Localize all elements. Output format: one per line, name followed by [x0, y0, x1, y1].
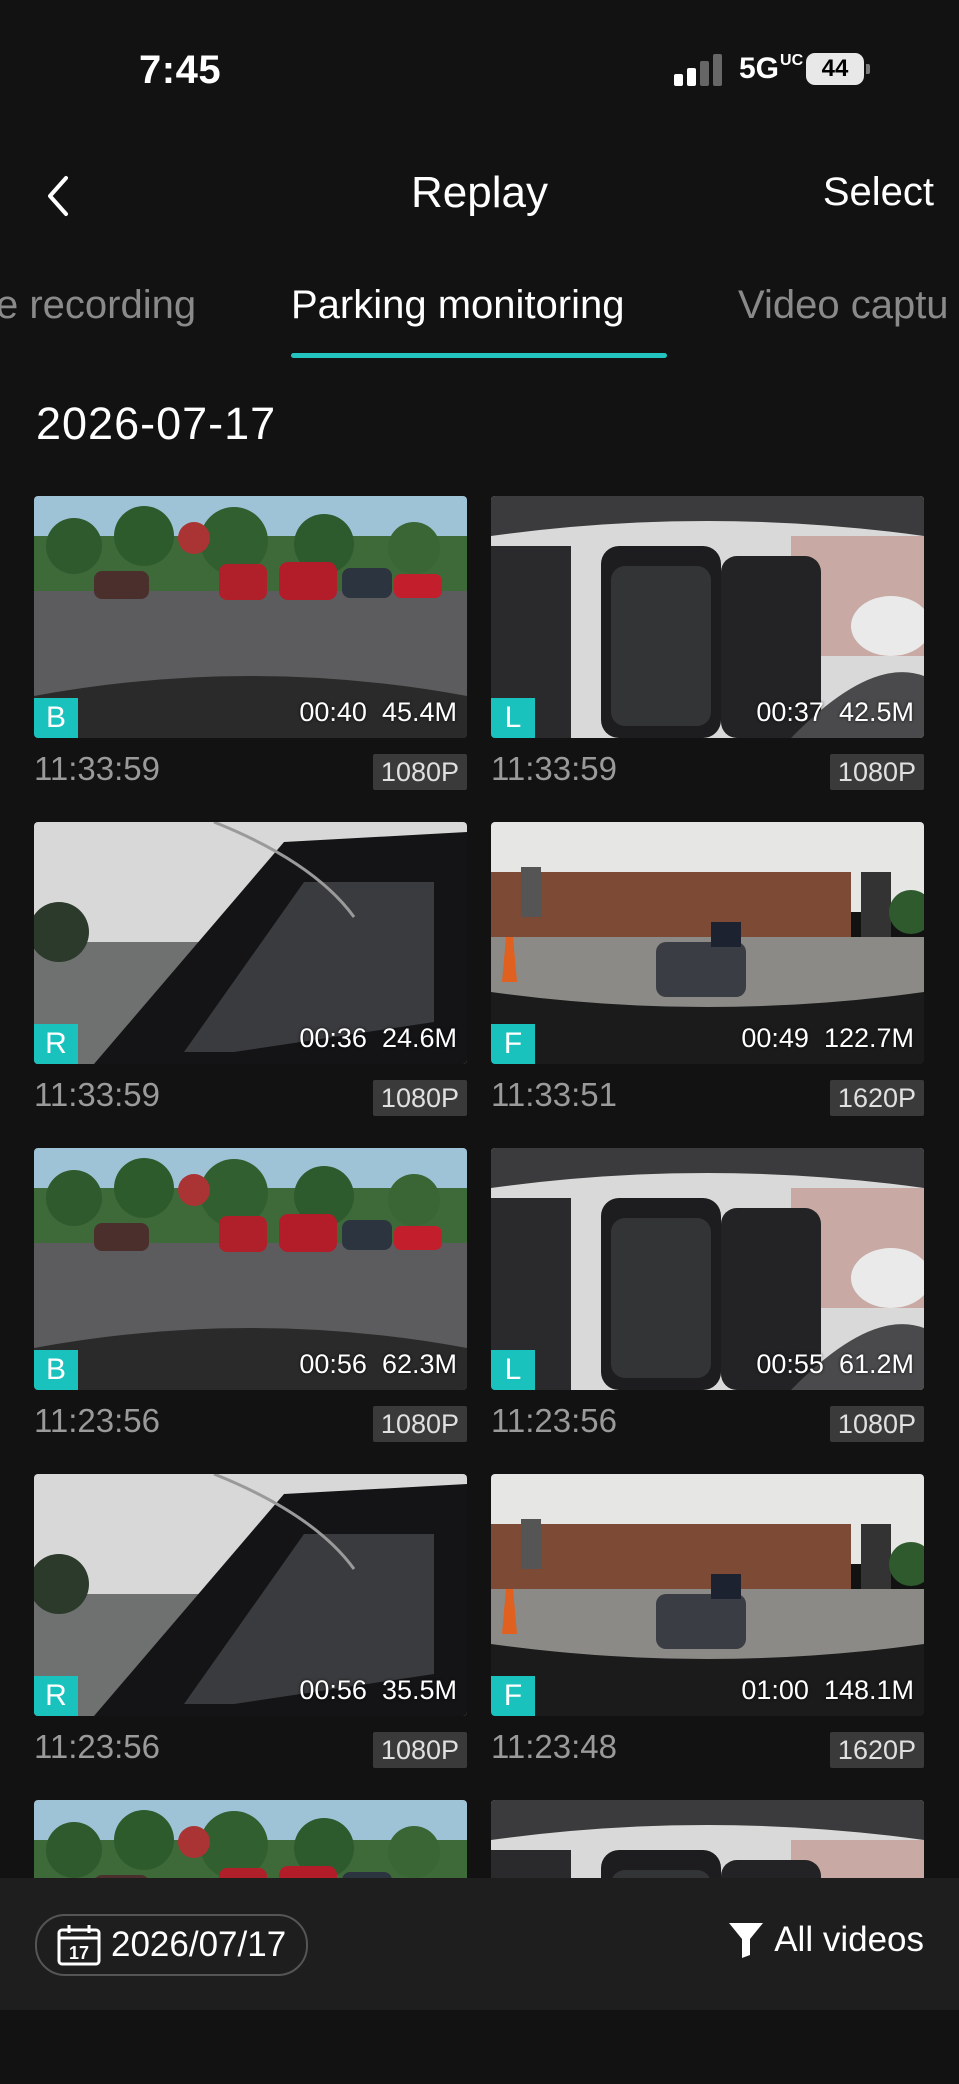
clip-duration: 00:55 [756, 1349, 824, 1379]
signal-icon [674, 54, 722, 86]
clip-duration-size: 00:55 61.2M [756, 1349, 914, 1380]
selected-date: 2026/07/17 [111, 1925, 287, 1964]
calendar-day: 17 [69, 1943, 89, 1963]
select-button[interactable]: Select [823, 170, 934, 215]
network-sub-label: UC [780, 52, 804, 69]
clip-size: 35.5M [381, 1675, 457, 1705]
clip-thumbnail[interactable]: B 00:56 62.3M [34, 1148, 467, 1390]
clip-time: 11:33:51 [491, 1076, 618, 1113]
clip-duration: 00:37 [756, 697, 824, 727]
resolution-badge: 1080P [829, 754, 924, 790]
tab-video-capture[interactable]: Video captu [738, 283, 949, 328]
resolution-badge: 1080P [372, 1732, 467, 1768]
clip-time: 11:33:59 [491, 750, 618, 787]
clip-thumbnail[interactable] [34, 1800, 467, 1878]
resolution-badge: 1080P [829, 1406, 924, 1442]
clip-card-partial[interactable] [34, 1800, 467, 1878]
clip-duration: 00:56 [299, 1675, 367, 1705]
clip-duration-size: 00:56 35.5M [299, 1675, 457, 1706]
active-tab-indicator [291, 353, 667, 358]
network-label: 5G [739, 52, 780, 85]
date-group-header: 2026-07-17 [36, 398, 277, 449]
calendar-icon: 17 [57, 1925, 101, 1966]
clip-duration: 01:00 [741, 1675, 809, 1705]
clip-size: 45.4M [381, 697, 457, 727]
camera-badge: L [491, 698, 535, 738]
resolution-badge: 1620P [829, 1732, 924, 1768]
clip-time: 11:33:59 [34, 750, 161, 787]
clip-duration-size: 01:00 148.1M [741, 1675, 914, 1706]
camera-badge: R [34, 1024, 78, 1064]
status-time: 7:45 [139, 48, 222, 92]
clip-time: 11:23:56 [34, 1402, 161, 1439]
camera-badge: B [34, 1350, 78, 1390]
clip-size: 122.7M [823, 1023, 914, 1053]
clip-thumbnail[interactable] [491, 1800, 924, 1878]
camera-badge: F [491, 1676, 535, 1716]
clip-time: 11:23:56 [491, 1402, 618, 1439]
filter-button[interactable]: All videos [728, 1920, 924, 1960]
clip-duration-size: 00:36 24.6M [299, 1023, 457, 1054]
clip-duration: 00:40 [299, 697, 367, 727]
date-picker-button[interactable]: 17 2026/07/17 [35, 1914, 309, 1976]
resolution-badge: 1080P [372, 1080, 467, 1116]
tab-time-recording[interactable]: e recording [0, 283, 196, 328]
clip-duration: 00:56 [299, 1349, 367, 1379]
clip-thumbnail[interactable]: L 00:55 61.2M [491, 1148, 924, 1390]
network-indicator: 5GUC [739, 52, 803, 86]
resolution-badge: 1080P [372, 754, 467, 790]
clip-duration-size: 00:56 62.3M [299, 1349, 457, 1380]
clip-duration-size: 00:49 122.7M [741, 1023, 914, 1054]
clip-thumbnail[interactable]: F 01:00 148.1M [491, 1474, 924, 1716]
clip-thumbnail[interactable]: R 00:56 35.5M [34, 1474, 467, 1716]
clip-card-partial[interactable] [491, 1800, 924, 1878]
clip-size: 62.3M [381, 1349, 457, 1379]
clip-duration-size: 00:37 42.5M [756, 697, 914, 728]
filter-label: All videos [774, 1920, 924, 1959]
camera-badge: F [491, 1024, 535, 1064]
clip-time: 11:23:48 [491, 1728, 618, 1765]
clip-duration: 00:36 [299, 1023, 367, 1053]
clip-size: 42.5M [838, 697, 914, 727]
page-title: Replay [411, 168, 548, 217]
clip-thumbnail[interactable]: R 00:36 24.6M [34, 822, 467, 1064]
clip-duration: 00:49 [741, 1023, 809, 1053]
clip-thumbnail[interactable]: B 00:40 45.4M [34, 496, 467, 738]
resolution-badge: 1080P [372, 1406, 467, 1442]
resolution-badge: 1620P [829, 1080, 924, 1116]
tab-parking-monitoring[interactable]: Parking monitoring [291, 283, 625, 328]
battery-icon: 44 [806, 53, 870, 85]
home-indicator-area [0, 2010, 959, 2084]
camera-badge: R [34, 1676, 78, 1716]
clip-time: 11:33:59 [34, 1076, 161, 1113]
clip-size: 148.1M [823, 1675, 914, 1705]
battery-level: 44 [806, 53, 864, 85]
clip-time: 11:23:56 [34, 1728, 161, 1765]
camera-badge: B [34, 698, 78, 738]
clip-duration-size: 00:40 45.4M [299, 697, 457, 728]
clip-size: 61.2M [838, 1349, 914, 1379]
clip-thumbnail[interactable]: L 00:37 42.5M [491, 496, 924, 738]
camera-badge: L [491, 1350, 535, 1390]
filter-icon [729, 1923, 764, 1958]
clip-thumbnail[interactable]: F 00:49 122.7M [491, 822, 924, 1064]
clip-size: 24.6M [381, 1023, 457, 1053]
